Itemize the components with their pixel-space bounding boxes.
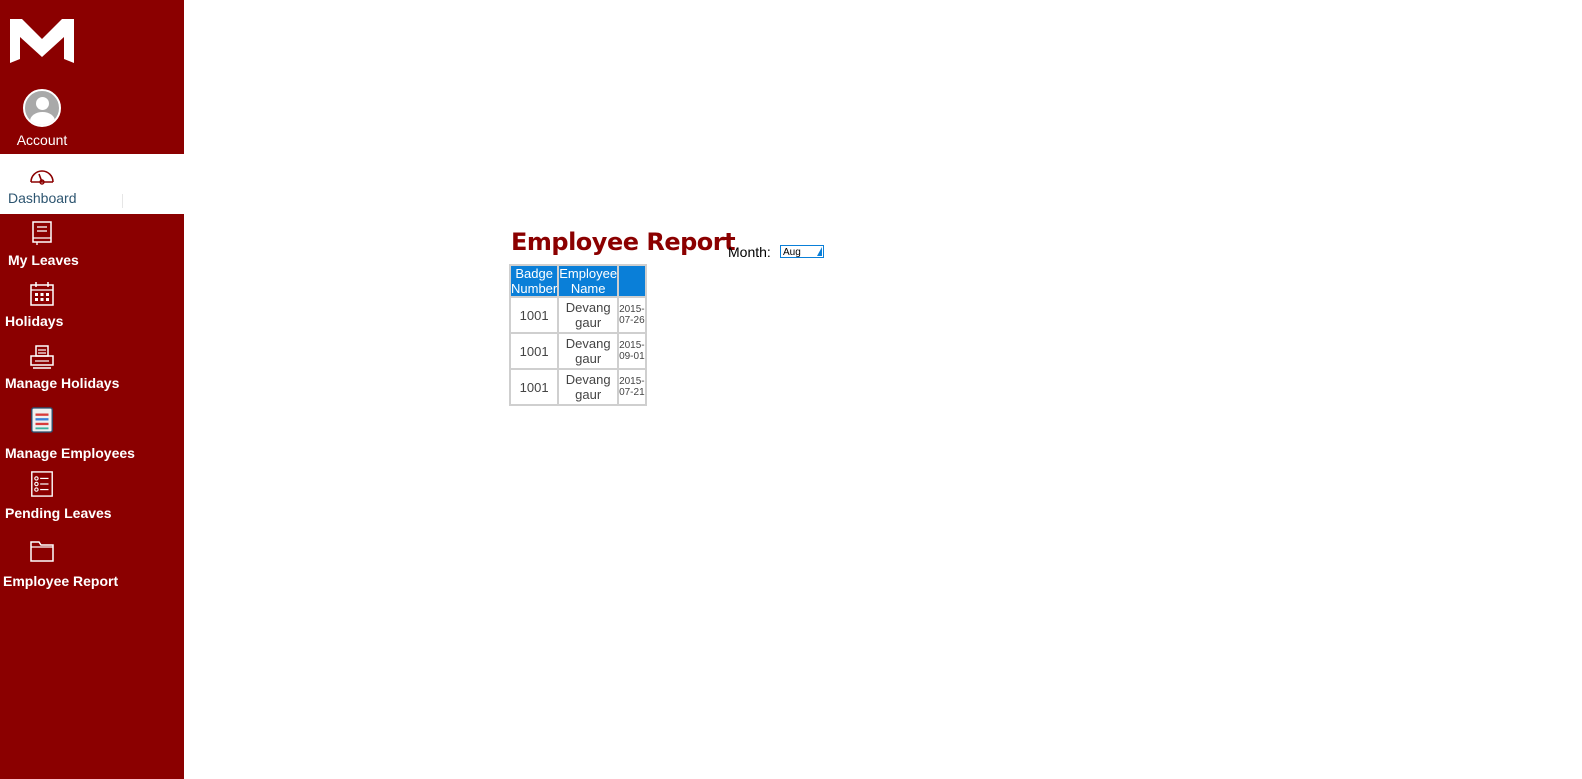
sidebar-item-holidays[interactable]: Holidays (0, 276, 184, 336)
sidebar-item-manage-employees[interactable]: Manage Employees (0, 404, 184, 464)
table-row: 1001 Devang gaur 2015-07-21 (511, 370, 645, 404)
page-title: Employee Report (511, 228, 736, 256)
sidebar-item-manage-holidays[interactable]: Manage Holidays (0, 338, 184, 398)
sidebar-item-my-leaves[interactable]: My Leaves (0, 214, 184, 274)
calendar-icon (30, 282, 54, 306)
book-icon (32, 221, 52, 245)
column-header-date[interactable] (619, 266, 645, 296)
employee-name-cell: Devang gaur (559, 334, 618, 368)
badge-number-cell: 1001 (511, 334, 558, 368)
dropdown-arrow-icon[interactable] (817, 247, 822, 256)
month-select-value: Aug (783, 247, 801, 258)
account[interactable]: Account (0, 89, 84, 148)
printer-icon (30, 345, 54, 369)
employee-name-cell: Devang gaur (559, 298, 618, 332)
date-cell: 2015-07-21 (619, 370, 645, 404)
checklist-icon (31, 471, 53, 497)
column-header-employee-name[interactable]: Employee Name (559, 266, 618, 296)
badge-number-cell: 1001 (511, 298, 558, 332)
sidebar-item-label: Manage Holidays (5, 375, 120, 391)
column-header-badge-number[interactable]: Badge Number (511, 266, 558, 296)
sidebar-item-label: My Leaves (8, 252, 79, 268)
sidebar-item-label: Dashboard (8, 190, 77, 206)
month-label: Month: (728, 244, 771, 260)
table-row: 1001 Devang gaur 2015-07-26 (511, 298, 645, 332)
avatar-icon (23, 89, 61, 127)
account-label: Account (16, 132, 68, 148)
sidebar-item-pending-leaves[interactable]: Pending Leaves (0, 468, 184, 528)
employee-name-cell: Devang gaur (559, 370, 618, 404)
sidebar-item-label: Manage Employees (5, 445, 135, 461)
sidebar-item-label: Employee Report (3, 573, 119, 589)
sidebar-item-dashboard[interactable]: Dashboard (0, 154, 184, 214)
divider (122, 194, 123, 208)
date-cell: 2015-09-01 (619, 334, 645, 368)
list-book-icon (31, 407, 53, 433)
month-select[interactable]: Aug (780, 245, 824, 258)
sidebar-item-label: Holidays (5, 313, 64, 329)
date-cell: 2015-07-26 (619, 298, 645, 332)
sidebar-item-employee-report[interactable]: Employee Report (0, 536, 184, 596)
employee-report-table: Badge Number Employee Name 1001 Devang g… (509, 264, 647, 406)
table-header-row: Badge Number Employee Name (511, 266, 645, 296)
dashboard-icon (30, 170, 54, 185)
sidebar: Account Dashboard My Leaves Holidays Man… (0, 0, 184, 779)
sidebar-item-label: Pending Leaves (5, 505, 112, 521)
folder-icon (30, 541, 54, 562)
badge-number-cell: 1001 (511, 370, 558, 404)
m-logo-icon[interactable] (10, 17, 74, 65)
table-row: 1001 Devang gaur 2015-09-01 (511, 334, 645, 368)
